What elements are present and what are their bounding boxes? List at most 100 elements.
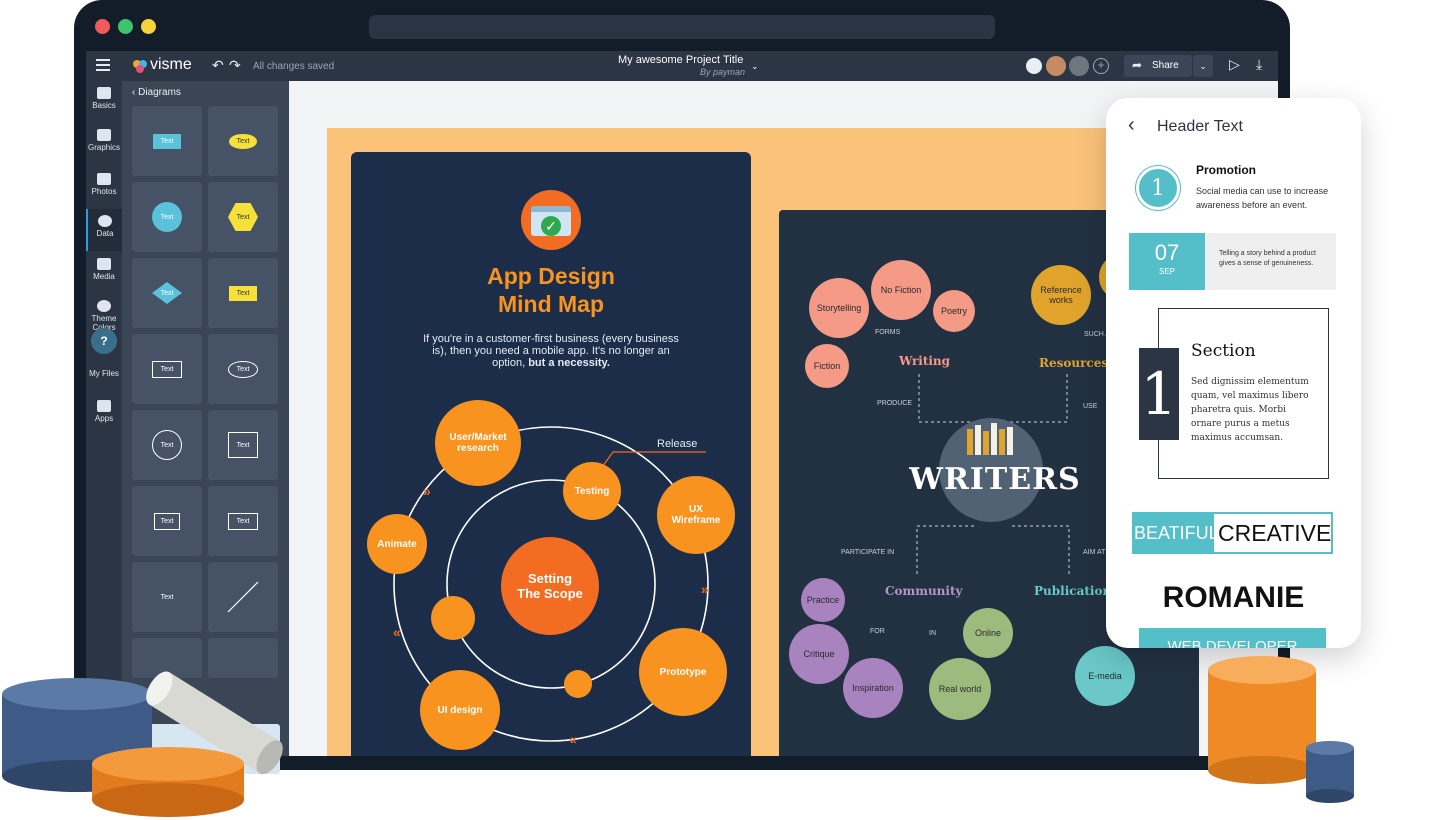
node-label: Prototype [659,666,707,678]
date-card[interactable]: 07 SEP Telling a story behind a product … [1129,233,1336,290]
svg-text:«: « [393,624,401,640]
tile-label: Text [228,133,258,149]
bubble-reference[interactable]: Reference works [1031,265,1091,325]
download-icon[interactable]: ⤓ [1256,56,1262,73]
rail-label: Apps [94,414,114,423]
back-to-diagrams[interactable]: ‹ Diagrams [132,87,181,98]
diagram-tile[interactable]: Text [208,106,278,176]
chevron-down-icon[interactable]: ⌄ [751,61,759,72]
close-window-dot[interactable] [95,19,110,34]
rail-data[interactable]: Data [86,209,122,251]
beatiful-creative-banner[interactable]: BEATIFUL CREATIVE [1132,512,1333,554]
bubble-storytelling[interactable]: Storytelling [809,278,869,338]
bubble-practice[interactable]: Practice [801,578,845,622]
node-tiny[interactable] [564,670,592,698]
share-button[interactable]: ➦ Share [1124,55,1192,77]
diagram-tile[interactable]: Text [208,486,278,556]
menu-icon[interactable] [96,59,110,71]
bubble-real-world[interactable]: Real world [929,658,991,720]
diagram-tile[interactable]: Text [132,106,202,176]
project-author: By payman [700,67,746,77]
node-small[interactable] [431,596,475,640]
section-number: 1 [1140,360,1178,428]
top-bar: visme ↶ ↷ All changes saved My awesome P… [86,51,1278,81]
minimize-window-dot[interactable] [118,19,133,34]
diagram-tile[interactable]: Text [208,334,278,404]
bubble-inspiration[interactable]: Inspiration [843,658,903,718]
rail-basics[interactable]: Basics [86,81,122,123]
undo-icon[interactable]: ↶ [212,57,224,74]
rail-label: My Files [89,369,119,378]
node-label: UX Wireframe [671,504,721,526]
svg-text:«: « [569,731,577,747]
diagram-tile[interactable]: Text [132,410,202,480]
bubble-label: Practice [806,595,840,605]
rail-label: Basics [92,101,116,110]
project-title[interactable]: My awesome Project Title [618,54,743,66]
diagram-tile[interactable]: Text [208,258,278,328]
bubble-label: Storytelling [816,303,862,313]
avatar[interactable] [1046,56,1066,76]
phone-header: Header Text [1157,118,1243,135]
palette-icon [97,300,111,312]
date-month: SEP [1158,267,1175,276]
rail-photos[interactable]: Photos [86,167,122,209]
redo-icon[interactable]: ↷ [229,57,241,74]
panel-title: Diagrams [138,87,181,98]
node-label: Animate [377,538,417,550]
node-research[interactable]: User/Market research [435,400,521,486]
add-collaborator-icon[interactable]: + [1093,58,1109,74]
rail-my-files[interactable]: My Files [86,357,122,399]
beatiful-label: BEATIFUL [1134,514,1219,552]
app-logo: visme [150,56,192,73]
rail-media[interactable]: Media [86,252,122,294]
node-testing[interactable]: Testing [563,462,621,520]
node-ui[interactable]: UI design [420,670,500,750]
promo-text: Social media can use to increase awarene… [1196,186,1329,210]
diagram-tile[interactable]: Text [132,486,202,556]
diagram-tile[interactable]: Text [208,182,278,252]
play-icon[interactable]: ▷ [1229,56,1240,73]
rail-theme-colors[interactable]: Theme Colors [86,294,122,330]
rail-apps[interactable]: Apps [86,394,122,436]
bubble-fiction[interactable]: Fiction [805,344,849,388]
bubble-critique[interactable]: Critique [789,624,849,684]
tile-label: Text [153,512,181,530]
line-tile[interactable] [208,562,278,632]
help-button[interactable]: ? [91,328,117,354]
apps-icon [97,400,111,412]
center-node[interactable]: Setting The Scope [501,537,599,635]
node-label: UI design [437,704,483,716]
address-bar[interactable] [369,15,995,39]
line-icon [227,581,259,613]
diagram-tile[interactable]: Text [132,182,202,252]
bubble-online[interactable]: Online [963,608,1013,658]
release-label: Release [657,438,698,450]
tile-label: Text [228,203,258,231]
avatar[interactable] [1069,56,1089,76]
comments-icon[interactable] [1026,58,1042,74]
tile-label: Text [160,593,174,601]
bubble-emedia[interactable]: E-media [1075,646,1135,706]
graphics-icon [97,129,111,141]
bubble-poetry[interactable]: Poetry [933,290,975,332]
link-for: FOR [870,628,885,635]
photos-icon [97,173,111,185]
maximize-window-dot[interactable] [141,19,156,34]
diagram-tile[interactable]: Text [132,334,202,404]
books-icon [967,421,1015,457]
tile-label: Text [152,430,182,460]
share-options-button[interactable]: ⌄ [1193,55,1213,77]
rail-graphics[interactable]: Graphics [86,123,122,165]
node-ux[interactable]: UX Wireframe [657,476,735,554]
share-label: Share [1152,60,1179,71]
node-label: User/Market research [449,432,507,454]
diagram-tile[interactable]: Text [132,258,202,328]
mind-map-card[interactable]: ✓ App Design Mind Map If you're in a cus… [351,152,751,756]
node-prototype[interactable]: Prototype [639,628,727,716]
bubble-no-fiction[interactable]: No Fiction [871,260,931,320]
chevron-left-icon[interactable]: ‹ [1128,114,1135,137]
diagram-tile[interactable]: Text [208,410,278,480]
node-animate[interactable]: Animate [367,514,427,574]
diagram-tile[interactable]: Text [132,562,202,632]
